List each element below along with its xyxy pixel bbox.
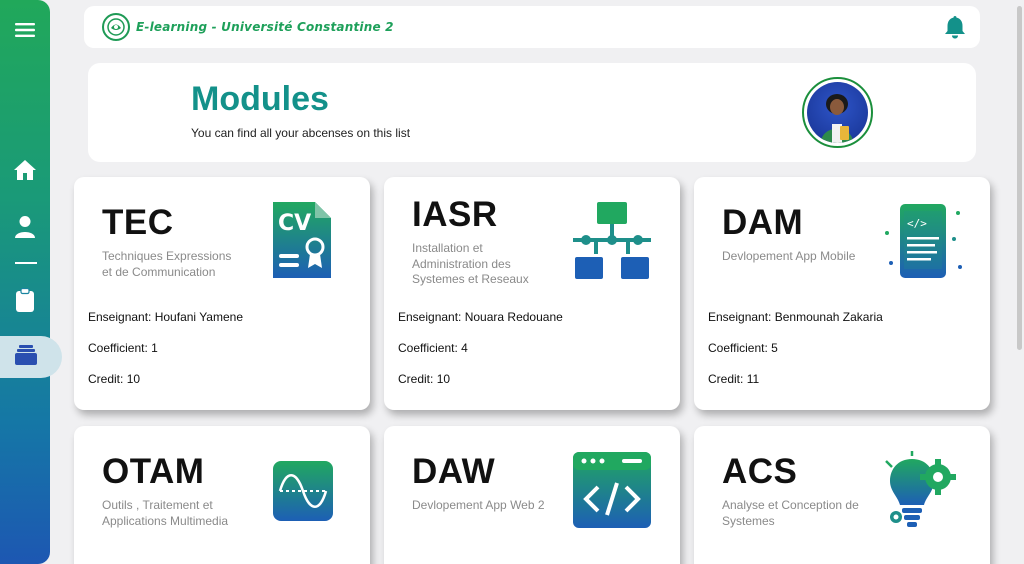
network-icon: [572, 201, 652, 286]
module-code: ACS: [722, 452, 798, 491]
coefficient-line: Coefficient: 5: [708, 341, 778, 355]
svg-text:</>: </>: [907, 217, 927, 230]
page-subtitle: You can find all your abcenses on this l…: [191, 126, 411, 140]
module-code: OTAM: [102, 452, 205, 491]
module-code: IASR: [412, 195, 498, 234]
credit-label: Credit:: [398, 372, 437, 386]
coefficient-label: Coefficient:: [88, 341, 152, 355]
web-code-icon: [572, 451, 652, 534]
home-icon[interactable]: [0, 158, 50, 182]
module-card-tec[interactable]: TEC Techniques Expressions et de Communi…: [74, 177, 370, 410]
module-name: Outils , Traitement et Applications Mult…: [102, 498, 229, 528]
teacher-line: Enseignant: Houfani Yamene: [88, 310, 243, 324]
module-code: DAW: [412, 452, 496, 491]
teacher-value: Nouara Redouane: [464, 310, 563, 324]
layers-icon: [15, 344, 37, 370]
clipboard-icon[interactable]: [0, 288, 50, 312]
module-card-dam[interactable]: DAM Devlopement App Mobile </> Enseignan…: [694, 177, 990, 410]
module-code: TEC: [102, 203, 174, 242]
scrollbar[interactable]: [1017, 6, 1022, 350]
teacher-value: Benmounah Zakaria: [774, 310, 883, 324]
credit-line: Credit: 11: [708, 372, 759, 386]
mobile-code-icon: </>: [882, 203, 964, 284]
credit-value: 10: [126, 372, 141, 386]
coefficient-value: 4: [461, 341, 468, 355]
top-header: E-learning - Université Constantine 2: [84, 6, 980, 48]
app-title: E-learning - Université Constantine 2: [136, 20, 394, 34]
module-card-otam[interactable]: OTAM Outils , Traitement et Applications…: [74, 426, 370, 564]
teacher-value: Houfani Yamene: [154, 310, 244, 324]
module-code: DAM: [722, 203, 804, 242]
page-title: Modules: [191, 80, 329, 118]
teacher-label: Enseignant:: [708, 310, 775, 324]
credit-value: 11: [746, 372, 760, 386]
teacher-label: Enseignant:: [88, 310, 155, 324]
module-name: Techniques Expressions et de Communicati…: [102, 249, 232, 279]
sidebar-divider: [15, 262, 37, 264]
module-name: Devlopement App Web 2: [412, 498, 545, 512]
module-card-daw[interactable]: DAW Devlopement App Web 2: [384, 426, 680, 564]
coefficient-line: Coefficient: 1: [88, 341, 158, 355]
module-name: Analyse et Conception de Systemes: [722, 498, 859, 528]
coefficient-label: Coefficient:: [398, 341, 462, 355]
module-name: Installation et Administration des Syste…: [412, 241, 529, 286]
avatar[interactable]: [802, 77, 873, 148]
coefficient-line: Coefficient: 4: [398, 341, 468, 355]
user-icon[interactable]: [0, 215, 50, 239]
credit-line: Credit: 10: [398, 372, 450, 386]
bell-icon[interactable]: [944, 15, 966, 44]
teacher-line: Enseignant: Benmounah Zakaria: [708, 310, 883, 324]
sine-wave-icon: [272, 460, 334, 527]
menu-icon[interactable]: [0, 22, 50, 38]
teacher-label: Enseignant:: [398, 310, 465, 324]
coefficient-value: 1: [151, 341, 158, 355]
module-card-iasr[interactable]: IASR Installation et Administration des …: [384, 177, 680, 410]
module-name: Devlopement App Mobile: [722, 249, 856, 263]
university-logo: [102, 13, 130, 41]
sidebar: [0, 0, 62, 564]
sidebar-item-modules[interactable]: [0, 336, 62, 378]
teacher-line: Enseignant: Nouara Redouane: [398, 310, 563, 324]
coefficient-label: Coefficient:: [708, 341, 772, 355]
module-card-acs[interactable]: ACS Analyse et Conception de Systemes: [694, 426, 990, 564]
credit-label: Credit:: [708, 372, 747, 386]
svg-text:CV: CV: [278, 211, 311, 236]
credit-label: Credit:: [88, 372, 127, 386]
coefficient-value: 5: [771, 341, 778, 355]
cv-document-icon: CV: [271, 200, 333, 285]
credit-line: Credit: 10: [88, 372, 140, 386]
modules-banner: Modules You can find all your abcenses o…: [88, 63, 976, 162]
credit-value: 10: [436, 372, 451, 386]
idea-gear-icon: [882, 451, 962, 536]
